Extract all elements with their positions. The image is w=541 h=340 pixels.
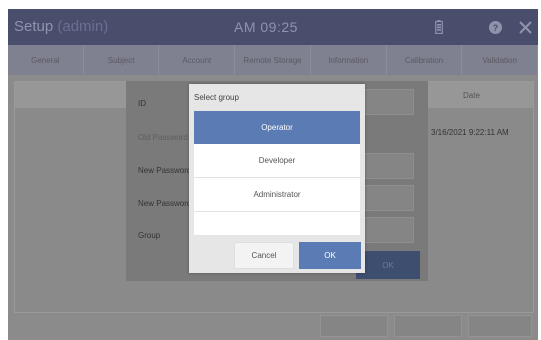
select-group-dialog: Select group Operator Developer Administ… — [189, 84, 365, 273]
tab-account[interactable]: Account — [159, 45, 236, 75]
svg-text:?: ? — [492, 23, 498, 33]
app-title-text: Setup — [14, 18, 54, 35]
table-row-date: 3/16/2021 9:22:11 AM — [431, 128, 509, 137]
tab-general[interactable]: General — [8, 45, 84, 75]
date-column-header: Date — [463, 91, 480, 100]
new-password-label: New Password — [138, 166, 192, 175]
battery-icon — [430, 9, 448, 45]
bottom-action-button[interactable] — [394, 315, 462, 337]
tab-information[interactable]: Information — [311, 45, 387, 75]
group-option-developer[interactable]: Developer — [194, 144, 360, 178]
old-password-label: Old Password — [138, 133, 188, 142]
password-ok-button[interactable]: OK — [356, 251, 420, 279]
ok-button[interactable]: OK — [299, 242, 361, 269]
group-list: Operator Developer Administrator — [194, 111, 360, 235]
app-window: Setup (admin) AM 09:25 ? General Subject… — [8, 9, 538, 340]
group-option-administrator[interactable]: Administrator — [194, 178, 360, 212]
group-option-operator[interactable]: Operator — [194, 111, 360, 144]
title-bar: Setup (admin) AM 09:25 ? — [8, 9, 538, 45]
tab-validation[interactable]: Validation — [462, 45, 538, 75]
tab-remote-storage[interactable]: Remote Storage — [235, 45, 311, 75]
tab-subject[interactable]: Subject — [84, 45, 160, 75]
close-icon[interactable] — [516, 9, 534, 45]
bottom-action-button[interactable] — [468, 315, 532, 337]
clock: AM 09:25 — [234, 19, 298, 35]
tab-calibration[interactable]: Calibration — [387, 45, 463, 75]
confirm-password-label: New Password — [138, 199, 192, 208]
id-label: ID — [138, 99, 146, 108]
dialog-title: Select group — [194, 93, 239, 102]
cancel-button[interactable]: Cancel — [234, 242, 294, 269]
tab-bar: General Subject Account Remote Storage I… — [8, 45, 538, 75]
group-option-empty[interactable] — [194, 212, 360, 245]
bottom-action-button[interactable] — [320, 315, 388, 337]
app-title: Setup (admin) — [14, 18, 108, 35]
help-icon[interactable]: ? — [486, 9, 504, 45]
group-label: Group — [138, 231, 161, 240]
app-title-user: (admin) — [57, 18, 109, 35]
